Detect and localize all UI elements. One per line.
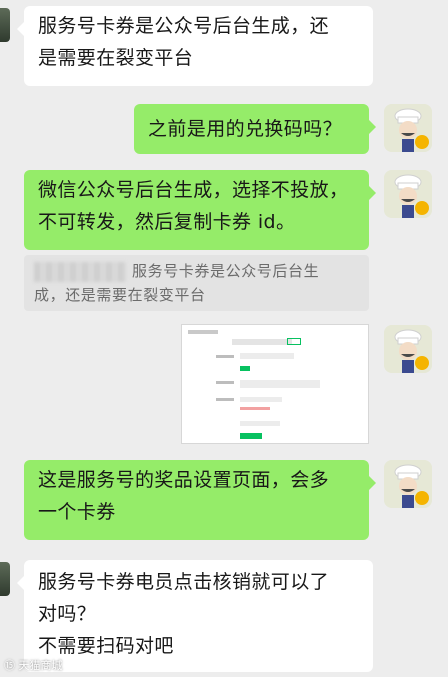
- check-badge-icon: [415, 356, 429, 370]
- image-title-line: [188, 330, 218, 334]
- my-avatar[interactable]: [384, 170, 432, 218]
- quoted-message[interactable]: 服务号卡券是公众号后台生 成，还是需要在裂变平台: [24, 255, 369, 311]
- message-bubble-received[interactable]: 服务号卡券是公众号后台生成，还 是需要在裂变平台: [17, 6, 373, 86]
- image-save-button: [240, 433, 262, 439]
- image-tab-row: [232, 339, 292, 345]
- message-bubble-sent[interactable]: 微信公众号后台生成，选择不投放， 不可转发，然后复制卡券 id。: [24, 170, 376, 250]
- image-field: [240, 380, 320, 388]
- message-bubble-received[interactable]: 服务号卡券电员点击核销就可以了 对吗？ 不需要扫码对吧: [17, 560, 373, 672]
- message-bubble-sent[interactable]: 之前是用的兑换码吗？: [134, 104, 376, 154]
- blurred-sender-name: [34, 261, 126, 282]
- my-avatar[interactable]: [384, 325, 432, 373]
- check-badge-icon: [415, 201, 429, 215]
- check-badge-icon: [415, 491, 429, 505]
- image-label-line: [216, 398, 234, 401]
- image-field: [240, 421, 280, 426]
- sender-avatar[interactable]: [0, 8, 10, 42]
- my-avatar[interactable]: [384, 104, 432, 152]
- image-active-tab: [287, 338, 301, 345]
- image-field: [240, 397, 282, 402]
- image-label-line: [216, 381, 234, 384]
- watermark: ⑮ 天猫商城: [4, 659, 63, 672]
- sender-avatar[interactable]: [0, 562, 10, 596]
- my-avatar[interactable]: [384, 460, 432, 508]
- message-bubble-sent[interactable]: 这是服务号的奖品设置页面，会多 一个卡券: [24, 460, 376, 540]
- image-label-line: [216, 355, 234, 358]
- image-field: [240, 353, 294, 359]
- image-green-button: [240, 366, 250, 371]
- screenshot-image[interactable]: [181, 324, 369, 444]
- image-red-hint: [240, 407, 270, 410]
- check-badge-icon: [415, 135, 429, 149]
